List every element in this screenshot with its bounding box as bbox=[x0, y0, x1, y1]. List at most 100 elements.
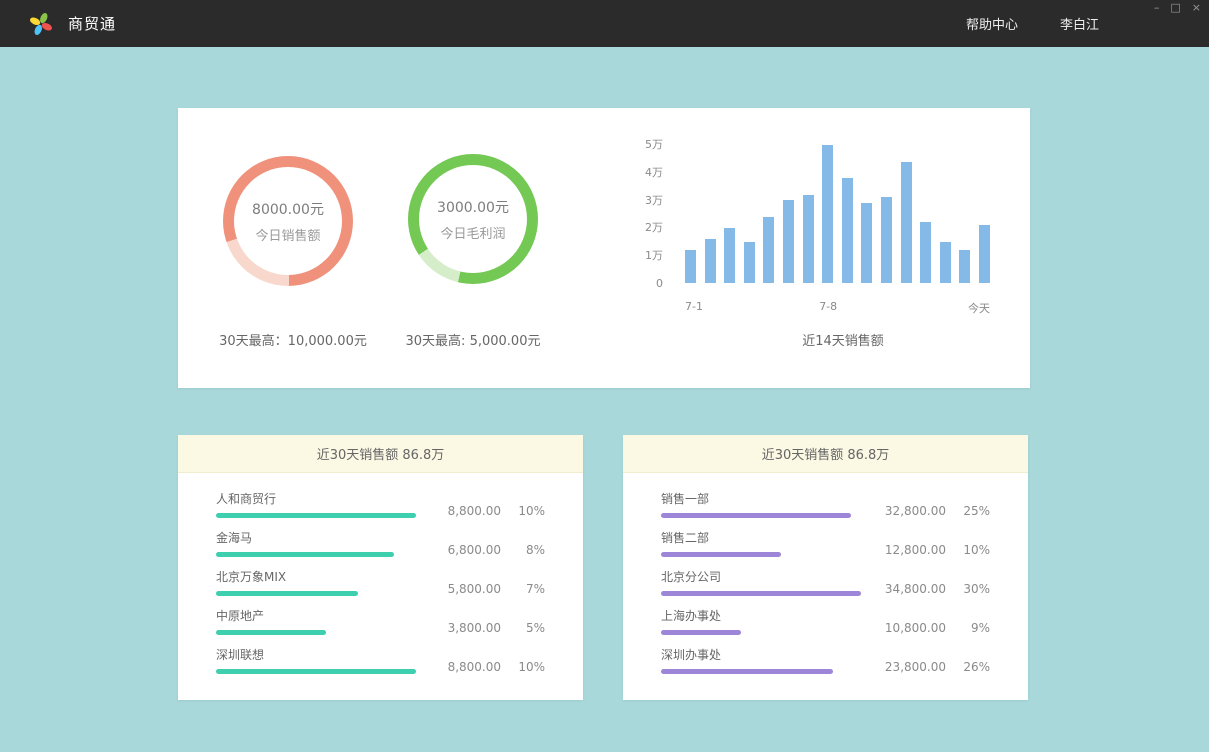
chart-bar bbox=[763, 217, 774, 283]
ranking-row: 北京分公司34,800.0030% bbox=[661, 565, 990, 604]
ranking-item-track bbox=[216, 552, 416, 557]
y-tick: 3万 bbox=[645, 195, 663, 207]
ranking-item-percent: 25% bbox=[962, 504, 990, 518]
customer-sales-ranking-card: 近30天销售额 86.8万 人和商贸行8,800.0010%金海马6,800.0… bbox=[178, 435, 583, 700]
today-sales-value: 8000.00元 bbox=[252, 199, 324, 219]
department-ranking-list: 销售一部32,800.0025%销售二部12,800.0010%北京分公司34,… bbox=[623, 473, 1028, 682]
chart-bar bbox=[842, 178, 853, 283]
today-profit-30day-max: 30天最高: 5,000.00元 bbox=[358, 330, 588, 349]
chart-bar bbox=[803, 195, 814, 283]
today-sales-donut: 8000.00元 今日销售额 bbox=[223, 156, 353, 286]
topbar: 商贸通 帮助中心 李白江 – □ × bbox=[0, 0, 1209, 47]
today-sales-label: 今日销售额 bbox=[255, 225, 320, 244]
ranking-row: 金海马6,800.008% bbox=[216, 526, 545, 565]
ranking-item-value: 10,800.00 bbox=[885, 621, 946, 635]
ranking-item-percent: 10% bbox=[962, 543, 990, 557]
ranking-row: 深圳办事处23,800.0026% bbox=[661, 643, 990, 682]
ranking-item-figures: 6,800.00 8% bbox=[448, 543, 545, 557]
x-tick: 今天 bbox=[968, 300, 990, 316]
x-tick: 7-1 bbox=[685, 300, 703, 313]
sales-chart-y-axis: 5万 4万 3万 2万 1万 0 bbox=[618, 139, 663, 290]
ranking-row: 销售一部32,800.0025% bbox=[661, 487, 990, 526]
ranking-item-percent: 8% bbox=[517, 543, 545, 557]
ranking-item-bar bbox=[661, 669, 833, 674]
ranking-item-value: 34,800.00 bbox=[885, 582, 946, 596]
ranking-item-percent: 26% bbox=[962, 660, 990, 674]
close-icon[interactable]: × bbox=[1192, 2, 1201, 14]
x-tick: 7-8 bbox=[819, 300, 837, 313]
chart-bar bbox=[920, 222, 931, 283]
ranking-item-figures: 34,800.00 30% bbox=[885, 582, 990, 596]
ranking-row: 上海办事处10,800.009% bbox=[661, 604, 990, 643]
ranking-row: 北京万象MIX5,800.007% bbox=[216, 565, 545, 604]
ranking-item-value: 12,800.00 bbox=[885, 543, 946, 557]
sales-chart-x-axis: 7-1 7-8 今天 bbox=[685, 300, 990, 314]
chart-bar bbox=[724, 228, 735, 283]
chart-bar bbox=[861, 203, 872, 283]
help-center-link[interactable]: 帮助中心 bbox=[966, 14, 1018, 33]
ranking-item-value: 3,800.00 bbox=[448, 621, 501, 635]
ranking-item-figures: 8,800.00 10% bbox=[448, 504, 545, 518]
ranking-item-track bbox=[216, 669, 416, 674]
chart-bar bbox=[705, 239, 716, 283]
ranking-item-track bbox=[661, 591, 861, 596]
ranking-item-bar bbox=[661, 552, 781, 557]
ranking-row: 销售二部12,800.0010% bbox=[661, 526, 990, 565]
ranking-item-value: 32,800.00 bbox=[885, 504, 946, 518]
minimize-icon[interactable]: – bbox=[1154, 2, 1160, 14]
chart-bar bbox=[822, 145, 833, 283]
sales-chart-title: 近14天销售额 bbox=[728, 330, 958, 349]
ranking-item-figures: 32,800.00 25% bbox=[885, 504, 990, 518]
ranking-item-bar bbox=[661, 630, 741, 635]
overview-card: 8000.00元 今日销售额 30天最高：10,000.00元 3000.00元… bbox=[178, 108, 1030, 388]
chart-bar bbox=[979, 225, 990, 283]
ranking-item-figures: 8,800.0010% bbox=[448, 660, 545, 674]
ranking-item-value: 8,800.00 bbox=[448, 660, 501, 674]
username-link[interactable]: 李白江 bbox=[1060, 14, 1099, 33]
ranking-item-value: 6,800.00 bbox=[448, 543, 501, 557]
chart-bar bbox=[940, 242, 951, 283]
ranking-item-value: 8,800.00 bbox=[448, 504, 501, 518]
ranking-item-track bbox=[216, 591, 416, 596]
ranking-item-track bbox=[661, 513, 861, 518]
ranking-item-track bbox=[661, 669, 861, 674]
ranking-item-bar bbox=[216, 552, 394, 557]
ranking-item-bar bbox=[216, 591, 358, 596]
customer-ranking-title: 近30天销售额 86.8万 bbox=[178, 435, 583, 473]
y-tick: 4万 bbox=[645, 167, 663, 179]
window-controls: – □ × bbox=[1154, 2, 1201, 14]
ranking-item-bar bbox=[216, 630, 326, 635]
chart-bar bbox=[685, 250, 696, 283]
app-title: 商贸通 bbox=[68, 13, 116, 34]
y-tick: 1万 bbox=[645, 250, 663, 262]
ranking-item-figures: 12,800.00 10% bbox=[885, 543, 990, 557]
ranking-item-value: 23,800.00 bbox=[885, 660, 946, 674]
ranking-item-value: 5,800.00 bbox=[448, 582, 501, 596]
today-sales-donut-center: 8000.00元 今日销售额 bbox=[234, 167, 342, 275]
today-profit-donut: 3000.00元 今日毛利润 bbox=[408, 154, 538, 284]
pinwheel-logo-icon bbox=[28, 11, 54, 37]
ranking-item-track bbox=[216, 630, 416, 635]
ranking-row: 中原地产3,800.005% bbox=[216, 604, 545, 643]
ranking-item-percent: 10% bbox=[517, 504, 545, 518]
department-sales-ranking-card: 近30天销售额 86.8万 销售一部32,800.0025%销售二部12,800… bbox=[623, 435, 1028, 700]
ranking-item-percent: 30% bbox=[962, 582, 990, 596]
maximize-icon[interactable]: □ bbox=[1170, 2, 1180, 14]
ranking-item-percent: 9% bbox=[962, 621, 990, 635]
ranking-item-track bbox=[216, 513, 416, 518]
sales-bar-chart-plot bbox=[685, 145, 990, 283]
ranking-item-bar bbox=[661, 591, 861, 596]
customer-ranking-list: 人和商贸行8,800.0010%金海马6,800.008%北京万象MIX5,80… bbox=[178, 473, 583, 682]
ranking-item-bar bbox=[216, 669, 416, 674]
ranking-item-track bbox=[661, 630, 861, 635]
today-profit-donut-center: 3000.00元 今日毛利润 bbox=[419, 165, 527, 273]
ranking-item-bar bbox=[661, 513, 851, 518]
today-profit-value: 3000.00元 bbox=[437, 197, 509, 217]
ranking-item-bar bbox=[216, 513, 416, 518]
y-tick: 5万 bbox=[645, 139, 663, 151]
ranking-item-figures: 3,800.005% bbox=[448, 621, 545, 635]
ranking-row: 人和商贸行8,800.0010% bbox=[216, 487, 545, 526]
chart-bar bbox=[901, 162, 912, 283]
y-tick: 2万 bbox=[645, 222, 663, 234]
ranking-item-figures: 23,800.00 26% bbox=[885, 660, 990, 674]
